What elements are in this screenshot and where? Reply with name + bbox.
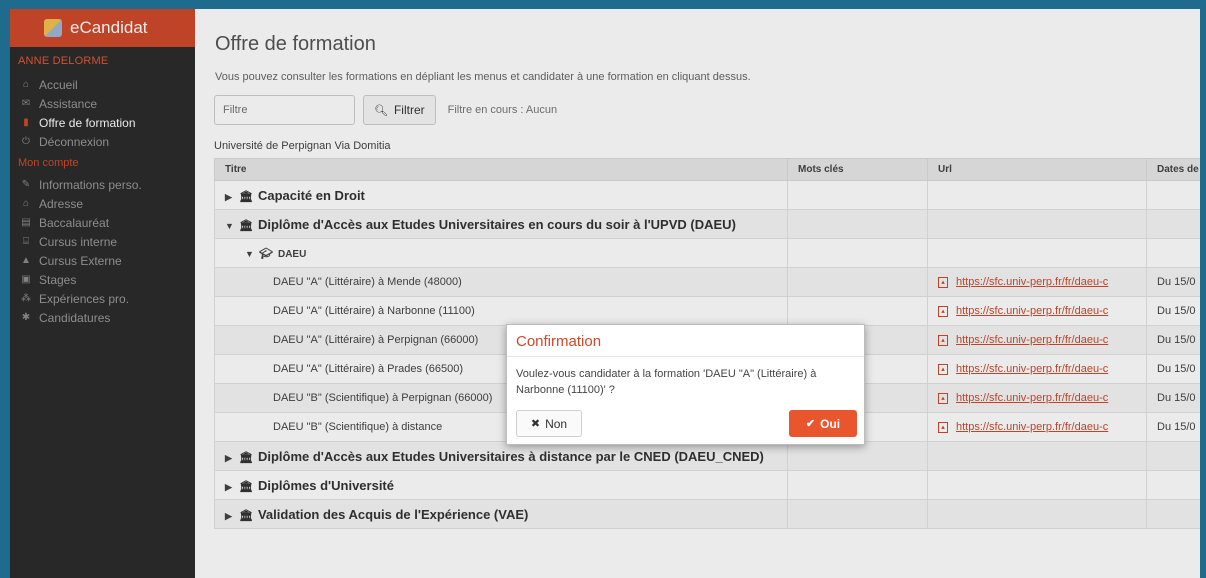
dialog-divider [507, 356, 864, 357]
app-frame: eCandidat ANNE DELORME ⌂ Accueil ✉ Assis… [10, 9, 1200, 578]
confirm-button-label: Oui [820, 416, 841, 431]
dialog-title: Confirmation [516, 333, 602, 350]
cancel-button-label: Non [545, 416, 568, 431]
close-icon: ✖ [530, 418, 541, 430]
confirmation-dialog: Confirmation Voulez-vous candidater à la… [506, 324, 865, 445]
cancel-button[interactable]: ✖ Non [516, 410, 582, 437]
confirm-button[interactable]: ✔ Oui [789, 410, 857, 437]
modal-overlay[interactable] [10, 9, 1200, 578]
check-icon: ✔ [805, 418, 816, 430]
dialog-message: Voulez-vous candidater à la formation 'D… [516, 368, 817, 396]
